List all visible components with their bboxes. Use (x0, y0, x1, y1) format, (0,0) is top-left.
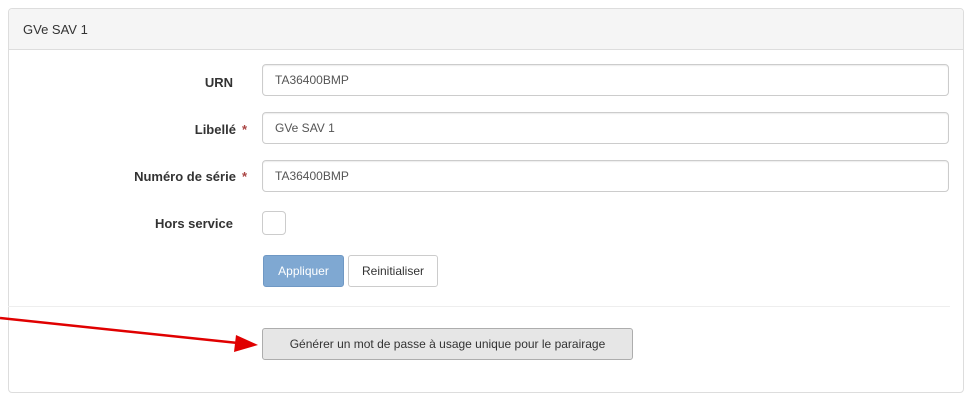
annotation-arrow-icon (0, 316, 258, 352)
annotation-arrow-head (234, 335, 258, 352)
annotation-arrow-line (0, 316, 239, 345)
